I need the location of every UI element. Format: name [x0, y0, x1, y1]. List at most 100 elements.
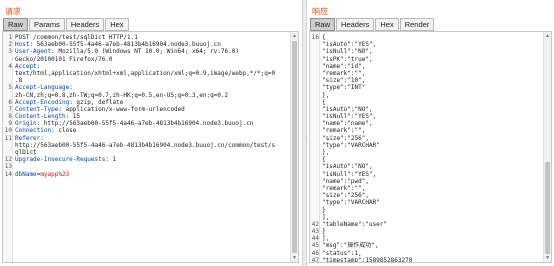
- line-text: "isAuto":"NO",: [320, 163, 373, 170]
- line-text: text/html,application/xhtml+xml,applicat…: [13, 70, 275, 77]
- line-text: .8: [13, 77, 22, 84]
- line-number: 44: [311, 235, 319, 243]
- scroll-down-arrow-icon[interactable]: ▼: [292, 255, 297, 261]
- line-text: Host: 563aeb00-55f5-4a46-a7eb-4813b4b169…: [13, 41, 221, 48]
- tab-raw[interactable]: Raw: [310, 18, 336, 31]
- json-text: "status":1,: [322, 249, 362, 257]
- drag-handle-icon: ⋮: [303, 136, 309, 142]
- scroll-thumb[interactable]: [545, 162, 550, 254]
- scroll-up-arrow-icon[interactable]: ▲: [545, 33, 550, 39]
- code-line: 47 "timestamp":1589852863270: [310, 257, 542, 262]
- line-text: Gecko/20100101 Firefox/76.0: [13, 56, 113, 63]
- tab-hex[interactable]: Hex: [375, 18, 399, 31]
- code-line: 45 "msg":"操作成功",: [310, 242, 542, 249]
- header-value: :: [36, 62, 41, 70]
- code-line: "type":"VARCHAR": [310, 142, 542, 149]
- line-text: }: [320, 207, 326, 214]
- line-number: 16: [311, 34, 319, 41]
- code-line: "name":"id",: [310, 63, 542, 70]
- json-text: "size":"256",: [322, 134, 369, 142]
- line-number: 2: [8, 41, 12, 49]
- line-text: {: [320, 156, 326, 163]
- line-number: 4: [8, 62, 12, 70]
- tab-hex[interactable]: Hex: [105, 18, 129, 31]
- code-line: "remark":"",: [310, 127, 542, 134]
- header-value: :: [69, 84, 73, 92]
- code-line: 5 Accept-Language:: [3, 84, 289, 91]
- header-name: dbName: [15, 170, 37, 178]
- request-scrollbar[interactable]: ▲ ▼: [290, 32, 298, 262]
- line-text: ],: [320, 235, 329, 242]
- header-value: Gecko/20100101 Firefox/76.0: [15, 55, 113, 63]
- code-line: 2 Host: 563aeb00-55f5-4a46-a7eb-4813b4b16…: [3, 41, 289, 48]
- json-text: "type":"VARCHAR": [322, 141, 380, 149]
- line-text: "isAuto":"NO",: [320, 106, 373, 113]
- json-text: }: [322, 206, 326, 214]
- code-line: 4 Accept:: [3, 63, 289, 70]
- json-text: "name":"pwd",: [322, 177, 369, 185]
- code-line: 42 "tableName":"user": [310, 221, 542, 228]
- header-value: : 1: [105, 156, 117, 164]
- line-text: "isNull":"YES",: [320, 171, 376, 178]
- code-line: "isNull":"NO",: [310, 48, 542, 55]
- json-text: "type":"VARCHAR": [322, 199, 380, 207]
- scroll-down-arrow-icon[interactable]: ▼: [545, 255, 550, 261]
- code-line: "isAuto":"NO",: [310, 106, 542, 113]
- json-text: "type":"INT": [322, 84, 366, 92]
- code-line: 8 Content-Length: 15: [3, 113, 289, 120]
- tab-params[interactable]: Params: [29, 18, 65, 31]
- scroll-up-arrow-icon[interactable]: ▲: [292, 33, 297, 39]
- line-text: "remark":"",: [320, 127, 365, 134]
- json-text: },: [322, 149, 330, 156]
- line-text: http://563aeb00-55f5-4a46-a7eb-4813b4b16…: [13, 142, 275, 149]
- line-text: "type":"INT": [320, 84, 365, 91]
- tab-raw[interactable]: Raw: [3, 18, 29, 31]
- line-text: Connection: close: [13, 127, 76, 134]
- code-line: .8: [3, 77, 289, 84]
- code-line: ],: [310, 214, 542, 221]
- tab-headers[interactable]: Headers: [65, 18, 105, 31]
- line-text: Content-Type: application/x-www-form-url…: [13, 106, 185, 113]
- line-text: Accept:: [13, 63, 40, 70]
- json-text: ],: [322, 235, 330, 243]
- line-text: [13, 163, 15, 170]
- json-text: "size":"10",: [322, 77, 366, 85]
- json-text: "remark":"",: [322, 127, 366, 135]
- tab-render[interactable]: Render: [399, 18, 435, 31]
- json-text: "remark":"",: [322, 184, 366, 192]
- line-text: "name":"pwd",: [320, 178, 369, 185]
- json-text: "isAuto":"YES",: [322, 41, 377, 49]
- code-line: "remark":"",: [310, 70, 542, 77]
- line-number: 46: [311, 249, 319, 257]
- code-line: },: [310, 92, 542, 99]
- tab-headers[interactable]: Headers: [336, 18, 375, 31]
- line-text: },: [320, 149, 329, 156]
- line-text: ],: [320, 214, 329, 221]
- line-text: Origin: http://563aeb00-55f5-4a46-a7eb-4…: [13, 120, 253, 127]
- code-line: http://563aeb00-55f5-4a46-a7eb-4813b4b16…: [3, 142, 289, 149]
- json-text: },: [322, 91, 330, 99]
- line-text: "isAuto":"YES",: [320, 41, 376, 48]
- code-line: "isPK":"true",: [310, 56, 542, 63]
- code-line: "size":"256",: [310, 135, 542, 142]
- scroll-thumb[interactable]: [292, 41, 297, 253]
- header-value: : 15: [65, 113, 81, 121]
- response-editor[interactable]: 16{"isAuto":"YES", "isNull":"NO", "isPK":"…: [309, 31, 552, 263]
- request-tab-bar: Raw Params Headers Hex: [3, 18, 129, 31]
- line-text: "size":"10",: [320, 77, 365, 84]
- line-text: "remark":"",: [320, 70, 365, 77]
- json-text: "isNull":"NO",: [322, 48, 373, 56]
- header-name: User-Agent: [15, 48, 52, 56]
- line-text: zh-CN,zh;q=0.8,zh-TW;q=0.7,zh-HK;q=0.5,e…: [13, 92, 228, 99]
- request-editor[interactable]: 1 POST /common/test/sqlDict HTTP/1.1 2 Host…: [2, 31, 299, 263]
- code-line: "name":"name",: [310, 120, 542, 127]
- line-number: 45: [311, 242, 319, 250]
- header-name: Origin: [15, 120, 37, 128]
- header-value: POST /common/test/sqlDict HTTP/1.1: [15, 34, 138, 41]
- line-text: {: [320, 34, 326, 41]
- code-line: 1 POST /common/test/sqlDict HTTP/1.1: [3, 34, 289, 41]
- response-scrollbar[interactable]: ▲ ▼: [543, 32, 551, 262]
- header-value: http://563aeb00-55f5-4a46-a7eb-4813b4b16…: [15, 141, 276, 149]
- code-line: },: [310, 149, 542, 156]
- header-value: .8: [15, 77, 23, 85]
